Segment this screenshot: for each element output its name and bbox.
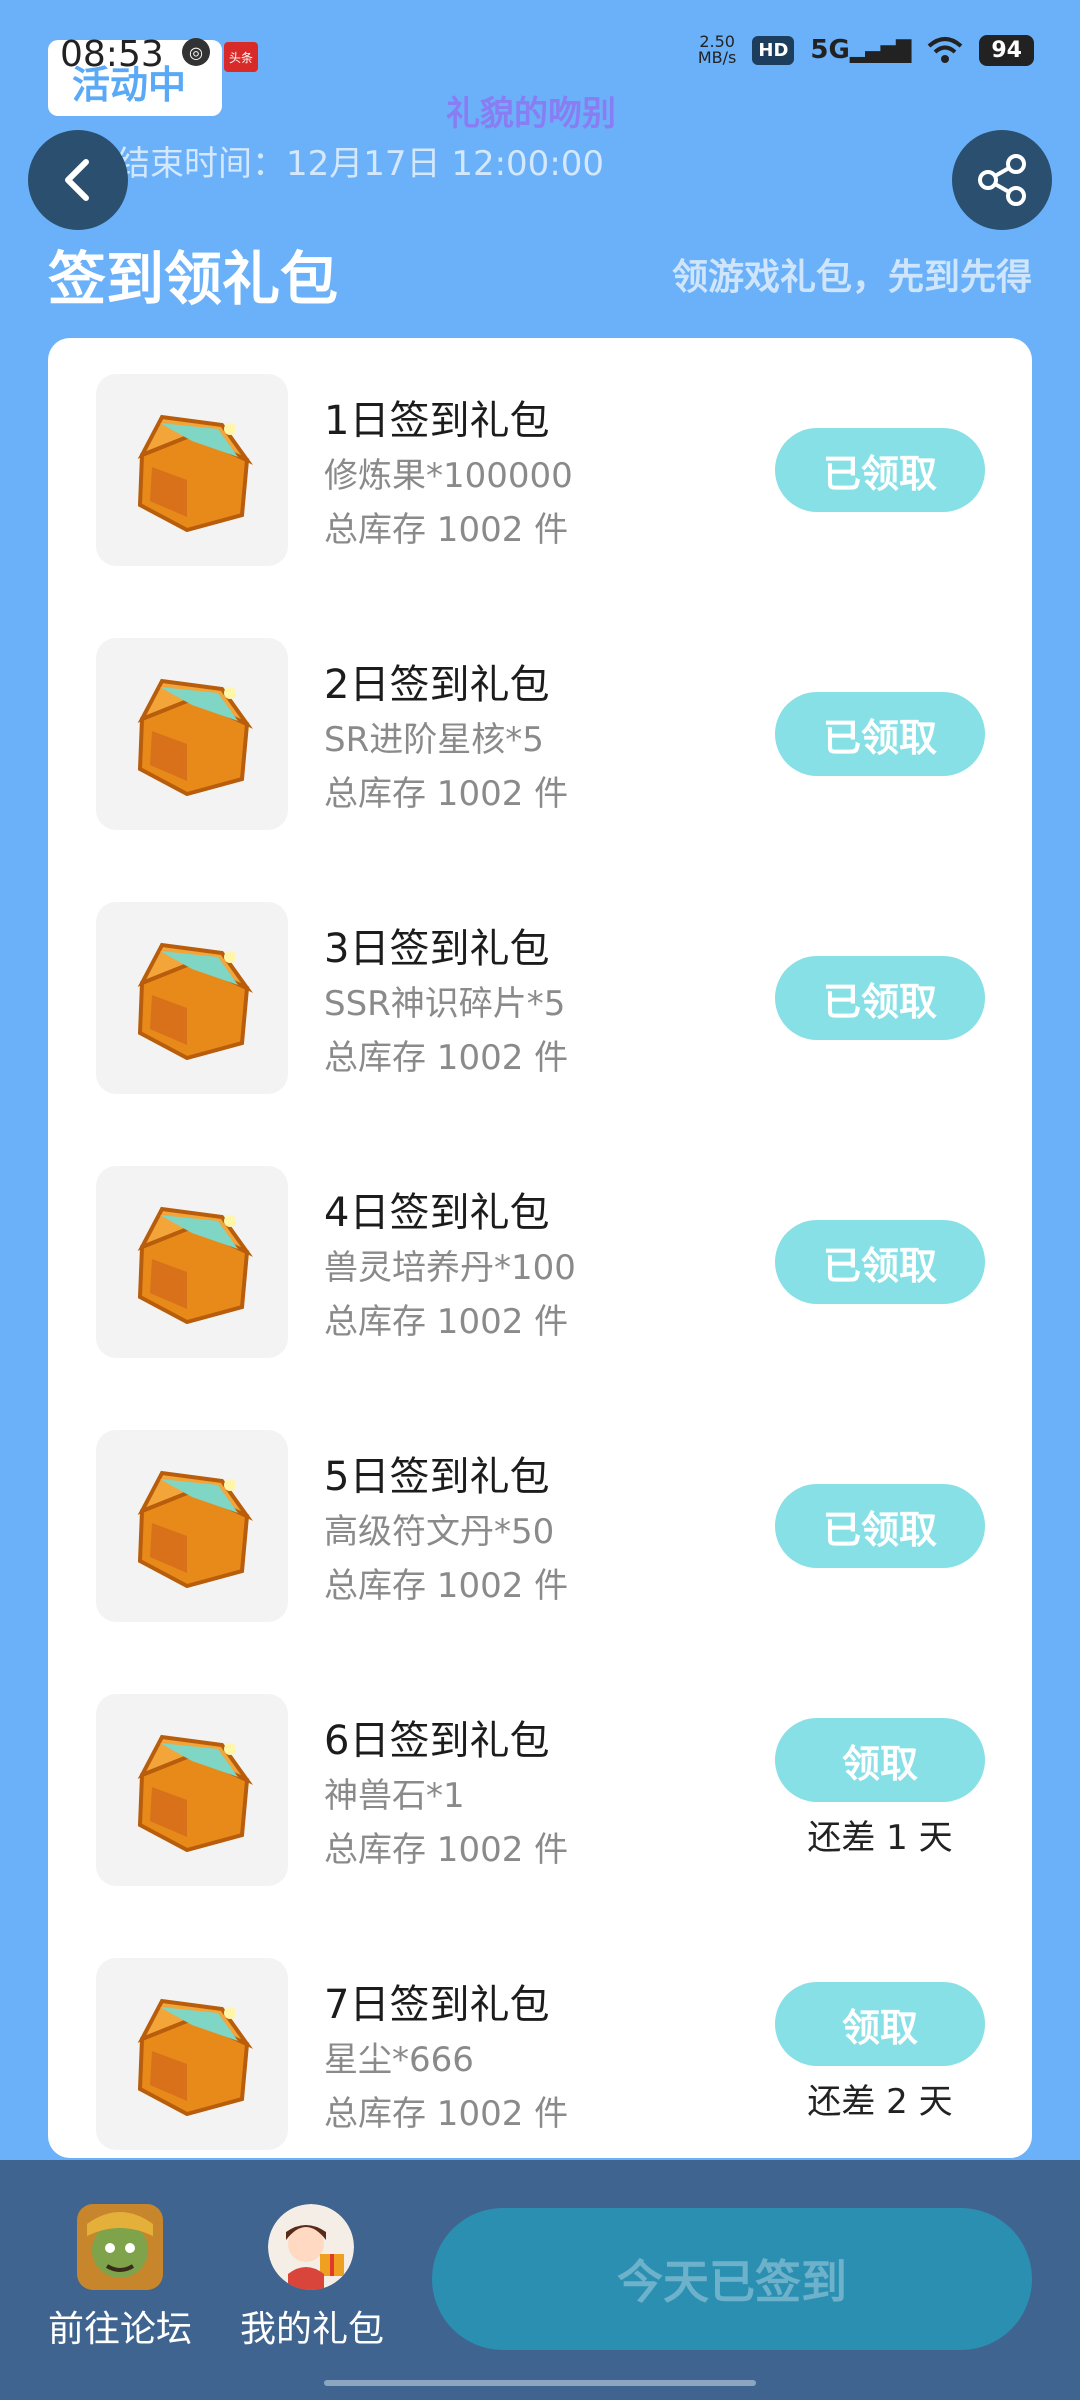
share-icon <box>978 154 1026 206</box>
treasure-chest-icon <box>96 1958 288 2150</box>
wifi-icon <box>928 37 963 63</box>
gift-title: 7日签到礼包 <box>324 1982 550 2028</box>
treasure-chest-icon <box>96 1694 288 1886</box>
claimed-button[interactable]: 已领取 <box>775 692 985 776</box>
gift-title: 6日签到礼包 <box>324 1718 550 1764</box>
gift-row: 4日签到礼包 兽灵培养丹*100 总库存 1002 件 已领取 <box>48 1130 1032 1370</box>
days-remaining: 还差 1 天 <box>807 1818 953 1858</box>
forum-icon[interactable] <box>77 2204 163 2290</box>
chevron-left-icon <box>65 159 89 201</box>
gift-item: 兽灵培养丹*100 <box>324 1248 576 1288</box>
gift-row: 1日签到礼包 修炼果*100000 总库存 1002 件 已领取 <box>48 338 1032 578</box>
my-gifts-icon[interactable] <box>268 2204 354 2290</box>
home-indicator[interactable] <box>324 2380 756 2386</box>
activity-name: 礼貌的吻别 <box>446 94 616 134</box>
status-time: 08:53 <box>60 34 164 75</box>
gift-row: 6日签到礼包 神兽石*1 总库存 1002 件 领取 还差 1 天 <box>48 1658 1032 1898</box>
treasure-chest-icon <box>96 1430 288 1622</box>
forum-link[interactable]: 前往论坛 <box>48 2300 192 2352</box>
treasure-chest-icon <box>96 902 288 1094</box>
gift-stock: 总库存 1002 件 <box>324 2094 569 2134</box>
bottom-bar: 前往论坛 我的礼包 今天已签到 <box>0 2160 1080 2400</box>
gift-title: 2日签到礼包 <box>324 662 550 708</box>
days-remaining: 还差 2 天 <box>807 2082 953 2122</box>
status-icons: 2.50 MB/s HD 5G▂▄▆█ 94 <box>698 34 1034 66</box>
treasure-chest-icon <box>96 638 288 830</box>
gift-title: 3日签到礼包 <box>324 926 550 972</box>
claimed-button[interactable]: 已领取 <box>775 1484 985 1568</box>
treasure-chest-icon <box>96 374 288 566</box>
gift-list-card: 1日签到礼包 修炼果*100000 总库存 1002 件 已领取 2日签到礼包 … <box>48 338 1032 2158</box>
gift-stock: 总库存 1002 件 <box>324 1038 569 1078</box>
gift-item: SSR神识碎片*5 <box>324 984 566 1024</box>
gift-stock: 总库存 1002 件 <box>324 1830 569 1870</box>
gift-stock: 总库存 1002 件 <box>324 774 569 814</box>
activity-end-time: 活动结束时间：12月17日 12:00:00 <box>48 144 605 184</box>
gift-row: 5日签到礼包 高级符文丹*50 总库存 1002 件 已领取 <box>48 1394 1032 1634</box>
gift-row: 3日签到礼包 SSR神识碎片*5 总库存 1002 件 已领取 <box>48 866 1032 1106</box>
gift-title: 5日签到礼包 <box>324 1454 550 1500</box>
claimed-button[interactable]: 已领取 <box>775 428 985 512</box>
section-hint: 领游戏礼包，先到先得 <box>671 257 1032 298</box>
notification-icon: ◎ <box>182 38 210 66</box>
app-notification-badge: 头条 <box>224 42 258 72</box>
claim-button[interactable]: 领取 <box>775 1718 985 1802</box>
share-button[interactable] <box>952 130 1052 230</box>
gift-title: 1日签到礼包 <box>324 398 550 444</box>
signed-today-button[interactable]: 今天已签到 <box>432 2208 1032 2350</box>
signal-icon: 5G▂▄▆█ <box>810 35 912 65</box>
battery-icon: 94 <box>979 34 1034 66</box>
gift-row: 2日签到礼包 SR进阶星核*5 总库存 1002 件 已领取 <box>48 602 1032 842</box>
back-button[interactable] <box>28 130 128 230</box>
claimed-button[interactable]: 已领取 <box>775 1220 985 1304</box>
section-title: 签到领礼包 <box>48 245 339 313</box>
treasure-chest-icon <box>96 1166 288 1358</box>
hd-icon: HD <box>752 35 795 65</box>
gift-stock: 总库存 1002 件 <box>324 510 569 550</box>
gift-stock: 总库存 1002 件 <box>324 1302 569 1342</box>
gift-title: 4日签到礼包 <box>324 1190 550 1236</box>
gift-item: 星尘*666 <box>324 2040 474 2080</box>
gift-row: 7日签到礼包 星尘*666 总库存 1002 件 领取 还差 2 天 <box>48 1922 1032 2158</box>
gift-item: 修炼果*100000 <box>324 456 573 496</box>
gift-stock: 总库存 1002 件 <box>324 1566 569 1606</box>
claimed-button[interactable]: 已领取 <box>775 956 985 1040</box>
gift-item: SR进阶星核*5 <box>324 720 544 760</box>
gift-item: 高级符文丹*50 <box>324 1512 555 1552</box>
gift-item: 神兽石*1 <box>324 1776 465 1816</box>
net-speed: 2.50 MB/s <box>697 32 737 67</box>
my-gifts-link[interactable]: 我的礼包 <box>240 2300 384 2352</box>
claim-button[interactable]: 领取 <box>775 1982 985 2066</box>
